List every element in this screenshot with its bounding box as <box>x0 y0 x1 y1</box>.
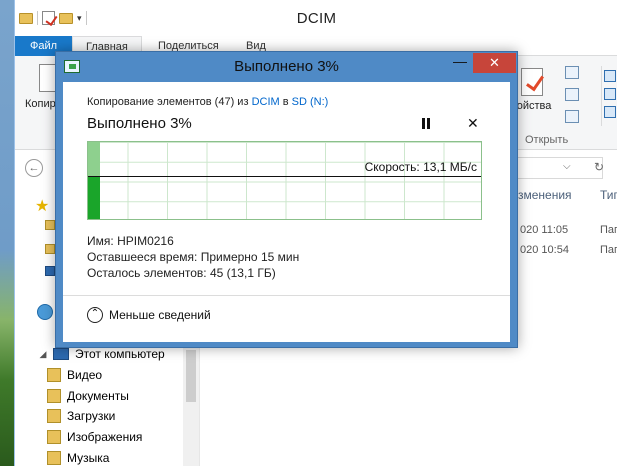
folder-icon[interactable] <box>45 220 55 230</box>
nav-folder-label: Изображения <box>67 430 143 444</box>
nav-this-pc-label: Этот компьютер <box>75 347 165 361</box>
nav-folder-label: Музыка <box>67 451 110 465</box>
favorites-star-icon[interactable]: ★ <box>35 196 49 216</box>
edit-icon[interactable] <box>565 88 579 101</box>
select-none-icon[interactable] <box>604 88 616 100</box>
music-folder-icon <box>47 451 61 465</box>
nav-folder[interactable]: Видео <box>47 365 102 385</box>
row-date[interactable]: 020 11:05 <box>520 224 568 236</box>
nav-folder[interactable]: Музыка <box>47 448 109 466</box>
chevron-up-icon: ⌃ <box>87 307 103 323</box>
source-link[interactable]: DCIM <box>252 96 280 108</box>
chevron-down-icon[interactable]: ⌵ <box>563 161 571 172</box>
videos-folder-icon <box>47 368 61 382</box>
nav-folder[interactable]: Изображения <box>47 427 142 447</box>
copy-button[interactable]: Копир <box>25 98 56 110</box>
column-date-modified[interactable]: зменения <box>518 188 572 202</box>
desktop-background <box>0 0 14 466</box>
invert-selection-icon[interactable] <box>604 106 616 118</box>
properties-icon[interactable] <box>521 68 543 96</box>
nav-folder[interactable]: Документы <box>47 386 129 406</box>
progress-heading: Выполнено 3% <box>87 115 192 132</box>
column-type[interactable]: Тип <box>600 188 617 202</box>
speed-line <box>88 176 481 177</box>
items-remaining-row: Осталось элементов: 45 (13,1 ГБ) <box>87 266 276 280</box>
refresh-icon[interactable]: ↻ <box>594 160 604 174</box>
copy-progress-dialog: Выполнено 3% — ✕ Копирование элементов (… <box>55 51 518 348</box>
dialog-body: Копирование элементов (47) из DCIM в SD … <box>63 82 510 342</box>
file-name-row: Имя: HPIM0216 <box>87 234 174 248</box>
items-label: Осталось элементов: <box>87 266 207 280</box>
speed-label: Скорость: 13,1 МБ/с <box>364 160 477 174</box>
minimize-button[interactable]: — <box>447 53 473 73</box>
downloads-folder-icon <box>47 409 61 423</box>
computer-icon <box>53 348 69 360</box>
nav-folder[interactable]: Загрузки <box>47 406 115 426</box>
select-group <box>601 66 616 126</box>
destination-link[interactable]: SD (N:) <box>292 96 329 108</box>
dialog-titlebar[interactable]: Выполнено 3% — ✕ <box>56 52 517 82</box>
operation-prefix: Копирование элементов (47) из <box>87 96 249 108</box>
pause-icon[interactable] <box>421 118 431 129</box>
collapse-icon[interactable]: ◢ <box>37 349 49 360</box>
items-value: 45 (13,1 ГБ) <box>209 266 276 280</box>
row-date[interactable]: 020 10:54 <box>520 244 569 256</box>
time-remaining-row: Оставшееся время: Примерно 15 мин <box>87 250 299 264</box>
nav-folder-label: Документы <box>67 389 129 403</box>
documents-folder-icon <box>47 389 61 403</box>
network-icon[interactable] <box>37 304 53 320</box>
search-box[interactable] <box>515 157 603 179</box>
time-value: Примерно 15 мин <box>200 250 300 264</box>
name-label: Имя: <box>87 234 114 248</box>
nav-folder-label: Загрузки <box>67 409 116 423</box>
nav-folder-label: Видео <box>67 368 103 382</box>
cancel-icon[interactable]: ✕ <box>467 115 479 132</box>
progress-fill <box>88 177 100 219</box>
close-button[interactable]: ✕ <box>473 53 516 73</box>
time-label: Оставшееся время: <box>87 250 198 264</box>
window-title: DCIM <box>296 10 337 27</box>
explorer-titlebar: ▾ DCIM <box>15 0 617 36</box>
select-all-icon[interactable] <box>604 70 616 82</box>
folder-icon[interactable] <box>45 244 55 254</box>
history-icon[interactable] <box>565 110 579 123</box>
desktop-icon[interactable] <box>45 266 55 276</box>
nav-scrollbar-thumb[interactable] <box>186 350 196 402</box>
transfer-speed-graph: Скорость: 13,1 МБ/с <box>87 141 482 220</box>
pictures-folder-icon <box>47 430 61 444</box>
to-word: в <box>282 96 289 108</box>
operation-description: Копирование элементов (47) из DCIM в SD … <box>87 96 328 108</box>
row-type[interactable]: Пап <box>600 224 617 236</box>
back-arrow-icon[interactable]: ← <box>25 159 43 177</box>
name-value: HPIM0216 <box>117 234 174 248</box>
less-details-label: Меньше сведений <box>109 308 211 322</box>
less-details-button[interactable]: ⌃ Меньше сведений <box>87 307 211 323</box>
open-icon[interactable] <box>565 66 579 79</box>
row-type[interactable]: Пап <box>600 244 617 256</box>
dialog-divider <box>63 295 510 296</box>
open-group-label: Открыть <box>525 134 569 146</box>
